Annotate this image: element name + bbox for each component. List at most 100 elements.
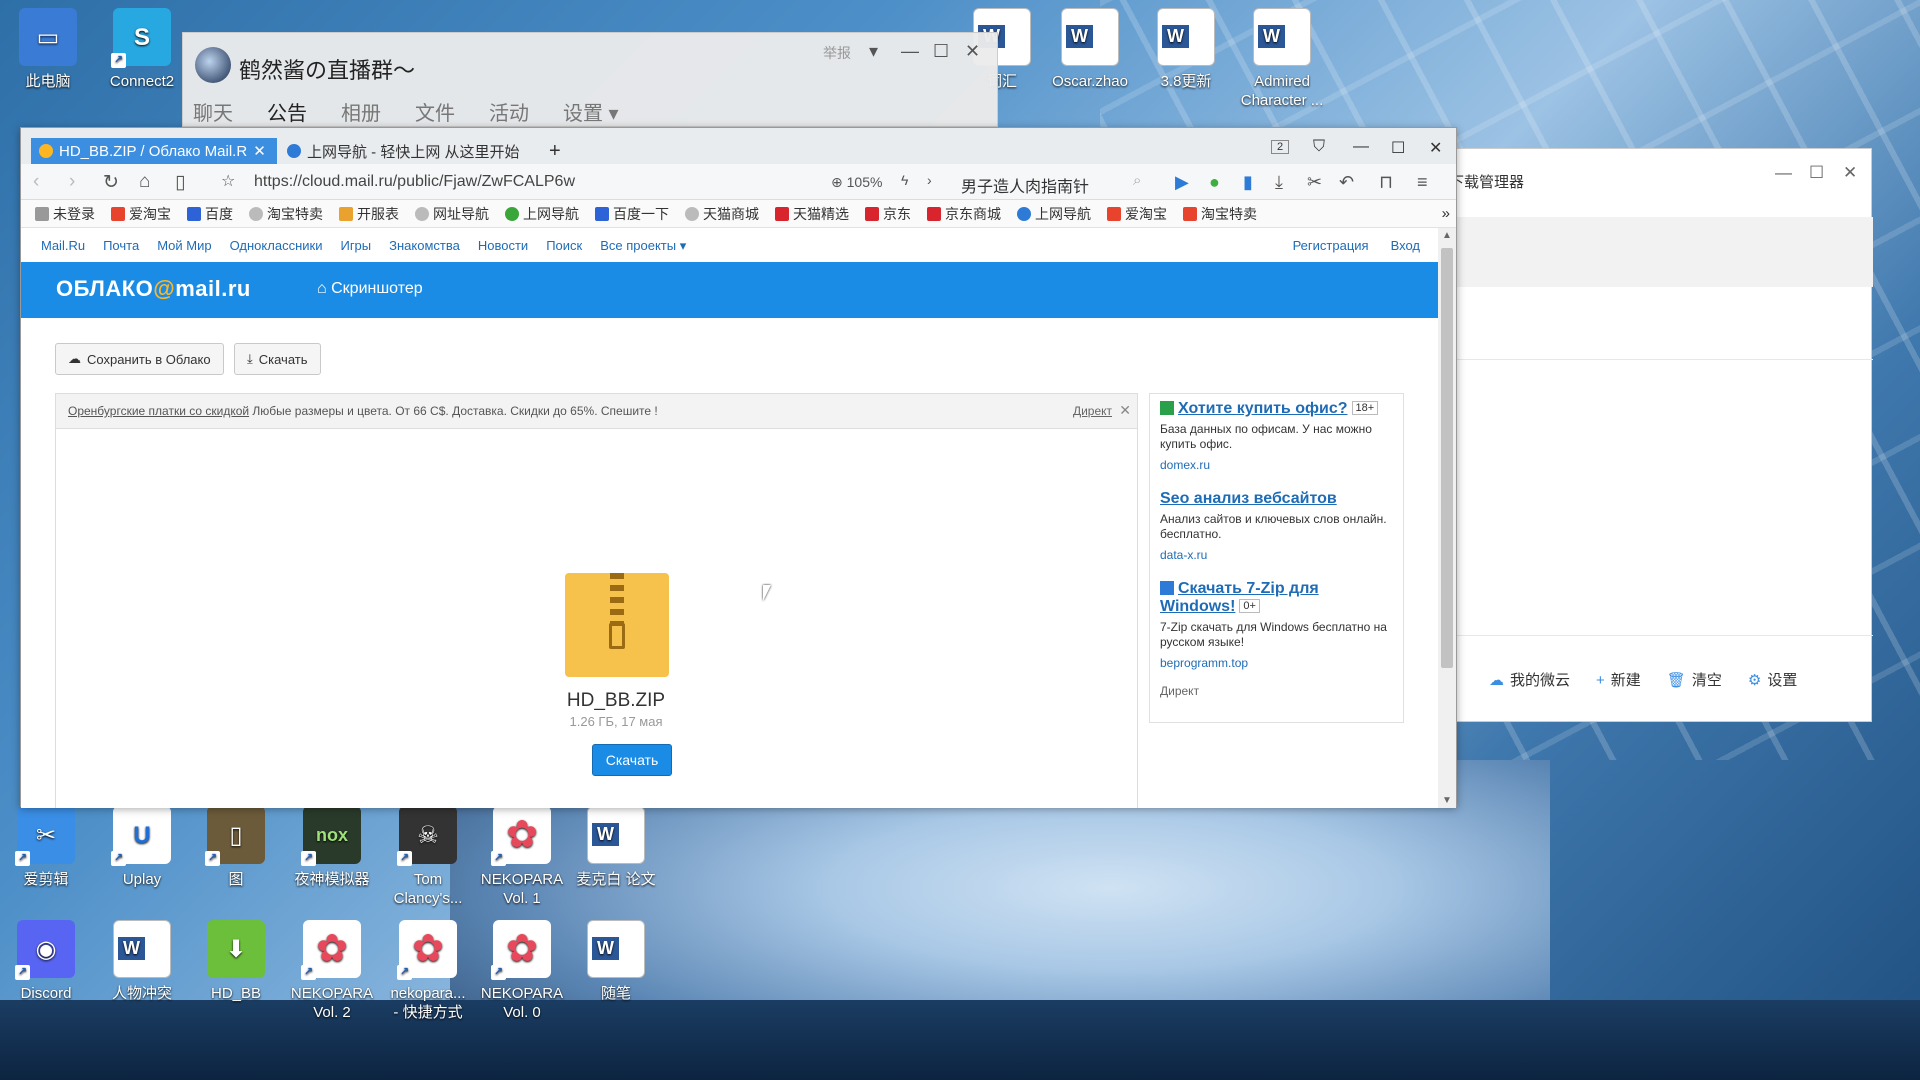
file-download-button[interactable]: Скачать — [592, 744, 672, 776]
direct-label[interactable]: Директ — [1160, 684, 1393, 698]
scissors-icon[interactable]: ✂ — [1307, 172, 1322, 193]
tab-activity[interactable]: 活动 — [489, 97, 529, 126]
tab-mail-cloud[interactable]: HD_BB.ZIP / Облако Mail.R ✕ — [31, 138, 277, 164]
new-tab-button[interactable]: + — [541, 138, 569, 164]
play-icon[interactable]: ▶ — [1175, 172, 1189, 193]
close-tab-icon[interactable]: ✕ — [253, 142, 266, 160]
group-avatar[interactable] — [195, 47, 231, 83]
desktop-icon-update[interactable]: 3.8更新 — [1144, 8, 1228, 91]
desktop-icon-picture[interactable]: ▯ ↗ 图 — [194, 806, 278, 889]
direct-link[interactable]: Директ — [1073, 404, 1112, 418]
desktop-icon-nekopara-2[interactable]: ✿ ↗ NEKOPARA Vol. 2 — [290, 920, 374, 1022]
side-ad[interactable]: Seo анализ вебсайтов Анализ сайтов и клю… — [1160, 490, 1393, 562]
desktop-icon-uplay[interactable]: U ↗ Uplay — [100, 806, 184, 889]
chevron-right-icon[interactable]: › — [927, 172, 932, 188]
url-input[interactable]: https://cloud.mail.ru/public/Fjaw/ZwFCAL… — [254, 173, 575, 191]
desktop-icon-aijianji[interactable]: ✂ ↗ 爱剪辑 — [4, 806, 88, 889]
nav-link[interactable]: Почта — [103, 238, 139, 254]
undo-icon[interactable]: ↶ — [1339, 172, 1354, 193]
settings-button[interactable]: ⚙ 设置 — [1748, 669, 1797, 690]
nav-link[interactable]: Мой Мир — [157, 238, 211, 254]
cloud-logo[interactable]: ОБЛАКО@mail.ru — [56, 276, 251, 302]
wechat-icon[interactable]: ● — [1209, 172, 1220, 193]
bookmark-item[interactable]: 上网导航 — [1017, 204, 1091, 224]
zoom-level[interactable]: ⊕ 105% — [831, 174, 882, 191]
close-icon[interactable]: ✕ — [965, 41, 980, 62]
desktop-icon-nox[interactable]: nox ↗ 夜神模拟器 — [290, 806, 374, 889]
close-icon[interactable]: ✕ — [1843, 163, 1857, 183]
scroll-down-icon[interactable]: ▼ — [1442, 795, 1452, 806]
bookmark-item[interactable]: 爱淘宝 — [1107, 204, 1167, 224]
shirt-skin-icon[interactable]: ⛉ — [1313, 138, 1325, 156]
side-ad[interactable]: Хотите купить офис? 18+ База данных по оф… — [1160, 400, 1393, 472]
my-weiyun-button[interactable]: ☁ 我的微云 — [1489, 669, 1570, 690]
desktop-icon-macbeth[interactable]: 麦克白 论文 — [574, 806, 658, 889]
desktop-icon-hd-bb[interactable]: ⬇ HD_BB — [194, 920, 278, 1003]
clear-button[interactable]: 🗑 清空 — [1667, 669, 1722, 690]
close-ad-icon[interactable]: ✕ — [1119, 402, 1131, 419]
search-input[interactable]: 男子造人肉指南针 — [961, 173, 1161, 197]
selected-row[interactable] — [1449, 217, 1873, 287]
bag-icon[interactable]: ⊓ — [1379, 172, 1393, 193]
nav-link[interactable]: Знакомства — [389, 238, 460, 254]
desktop-icon-oscar[interactable]: Oscar.zhao — [1048, 8, 1132, 91]
nav-link[interactable]: Игры — [340, 238, 371, 254]
desktop-icon-discord[interactable]: ◉ ↗ Discord — [4, 920, 88, 1003]
desktop-icon-nekopara-0[interactable]: ✿ ↗ NEKOPARA Vol. 0 — [480, 920, 564, 1022]
forward-icon[interactable]: › — [69, 171, 75, 193]
bookmark-icon[interactable]: ▮ — [1243, 172, 1253, 193]
bookmark-item[interactable]: 淘宝特卖 — [249, 204, 323, 224]
bookmarks-more-button[interactable]: » — [1442, 205, 1450, 222]
report-button[interactable]: 举报 — [823, 43, 851, 63]
bookmark-item[interactable]: 未登录 — [35, 204, 95, 224]
back-icon[interactable]: ‹ — [33, 171, 39, 193]
tab-chat[interactable]: 聊天 — [193, 97, 233, 126]
save-to-cloud-button[interactable]: ☁ Сохранить в Облако — [55, 343, 224, 375]
nav-link[interactable]: Mail.Ru — [41, 238, 85, 254]
desktop-icon-essay[interactable]: 随笔 — [574, 920, 658, 1003]
minimize-icon[interactable]: — — [1775, 163, 1792, 183]
desktop-icon-connect2[interactable]: S ↗ Connect2 — [100, 8, 184, 91]
star-icon[interactable]: ☆ — [221, 171, 235, 191]
maximize-icon[interactable]: ☐ — [933, 41, 949, 62]
download-button[interactable]: ⤓ Скачать — [234, 343, 321, 375]
side-ad[interactable]: Скачать 7-Zip для Windows! 0+ 7-Zip скача… — [1160, 580, 1393, 670]
bookmark-item[interactable]: 百度一下 — [595, 204, 669, 224]
bookmark-item[interactable]: 天猫精选 — [775, 204, 849, 224]
download-icon[interactable]: ⤓ — [1275, 172, 1283, 193]
desktop-icon-this-pc[interactable]: ▭ 此电脑 — [6, 8, 90, 91]
bookmark-item[interactable]: 开服表 — [339, 204, 399, 224]
bookmark-item[interactable]: 百度 — [187, 204, 233, 224]
tab-count-badge[interactable]: 2 — [1271, 140, 1290, 154]
all-projects-dropdown[interactable]: Все проекты ▾ — [600, 238, 686, 254]
tab-announcement[interactable]: 公告 — [267, 97, 307, 126]
home-icon[interactable]: ⌂ — [139, 171, 150, 193]
nav-link[interactable]: Поиск — [546, 238, 582, 254]
minimize-icon[interactable]: — — [901, 41, 919, 62]
scroll-thumb[interactable] — [1441, 248, 1453, 668]
tab-settings[interactable]: 设置 ▾ — [563, 97, 619, 126]
nav-link[interactable]: Новости — [478, 238, 528, 254]
desktop-icon-tom-clancy[interactable]: ☠ ↗ Tom Clancy's... — [386, 806, 470, 908]
register-link[interactable]: Регистрация — [1293, 238, 1369, 253]
chevron-down-icon[interactable]: ▾ — [869, 41, 878, 62]
bookmark-item[interactable]: 网址导航 — [415, 204, 489, 224]
bookmark-item[interactable]: 天猫商城 — [685, 204, 759, 224]
scroll-up-icon[interactable]: ▲ — [1442, 230, 1452, 241]
nav-link[interactable]: Одноклассники — [230, 238, 323, 254]
close-icon[interactable]: ✕ — [1429, 138, 1442, 158]
maximize-icon[interactable]: ☐ — [1391, 138, 1405, 158]
bookmark-item[interactable]: 爱淘宝 — [111, 204, 171, 224]
minimize-icon[interactable]: — — [1353, 138, 1369, 156]
desktop-icon-conflict[interactable]: 人物冲突 — [100, 920, 184, 1003]
reader-icon[interactable]: ▯ — [175, 171, 185, 194]
tab-navigation[interactable]: 上网导航 - 轻快上网 从这里开始 — [279, 138, 531, 164]
desktop-icon-nekopara-1[interactable]: ✿ ↗ NEKOPARA Vol. 1 — [480, 806, 564, 908]
tab-album[interactable]: 相册 — [341, 97, 381, 126]
bookmark-item[interactable]: 京东商城 — [927, 204, 1001, 224]
page-scrollbar[interactable]: ▲ ▼ — [1438, 228, 1456, 808]
bookmark-item[interactable]: 淘宝特卖 — [1183, 204, 1257, 224]
search-icon[interactable]: ⌕ — [1133, 172, 1141, 189]
tab-files[interactable]: 文件 — [415, 97, 455, 126]
refresh-icon[interactable]: ↻ — [103, 171, 119, 194]
